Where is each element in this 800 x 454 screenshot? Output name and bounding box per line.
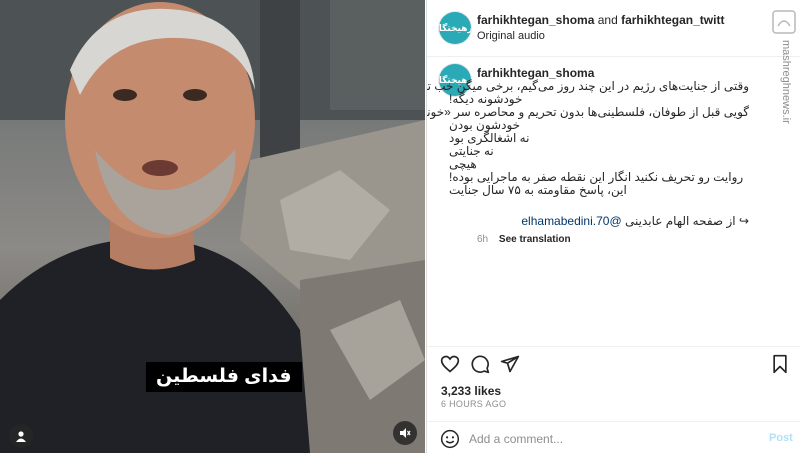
user-tag-icon: [16, 431, 26, 442]
caption-line: نه اشغالگری بود: [449, 131, 530, 145]
account-link-a[interactable]: farhikhtegan_shoma: [477, 13, 594, 27]
caption-credit: ↪ از صفحه الهام عابدینی @elhamabedini.70: [521, 214, 749, 228]
caption: فرهیختگان farhikhtegan_shoma وقتی از جنا…: [427, 56, 800, 346]
like-count[interactable]: 3,233 likes: [441, 384, 501, 398]
post-timestamp: 6 HOURS AGO: [441, 399, 507, 409]
post-age: 6h: [477, 234, 489, 245]
see-translation-link[interactable]: See translation: [499, 234, 571, 245]
action-bar: [427, 346, 800, 377]
caption-line: این، پاسخ مقاومته به ۷۵ سال جنایت: [449, 183, 627, 197]
caption-username[interactable]: farhikhtegan_shoma: [477, 66, 594, 80]
post-media[interactable]: فدای فلسطین: [0, 0, 425, 453]
share-icon: [500, 355, 520, 373]
and-text: and: [597, 13, 618, 27]
heart-icon: [440, 355, 460, 373]
video-subtitle: فدای فلسطین: [146, 362, 302, 392]
comment-icon: [471, 355, 490, 374]
watermark-logo-icon: [772, 10, 796, 34]
header-accounts: farhikhtegan_shoma and farhikhtegan_twit…: [477, 13, 724, 27]
emoji-icon: [440, 429, 460, 449]
audio-link[interactable]: Original audio: [477, 30, 545, 42]
credit-text: از صفحه الهام عابدینی: [624, 214, 736, 228]
post-side-panel: فرهیختگان farhikhtegan_shoma and farhikh…: [426, 0, 800, 453]
caption-meta: 6h See translation: [477, 234, 571, 245]
share-button[interactable]: [499, 353, 521, 375]
caption-line: نه جنایتی: [449, 144, 494, 158]
avatar[interactable]: فرهیختگان: [439, 12, 471, 44]
save-button[interactable]: [769, 353, 791, 375]
credit-arrow: ↪: [738, 214, 749, 228]
like-button[interactable]: [439, 353, 461, 375]
speaker-muted-icon: [400, 428, 411, 438]
account-link-b[interactable]: farhikhtegan_twitt: [621, 13, 724, 27]
comment-bar: Post: [427, 421, 800, 454]
comment-input[interactable]: [469, 428, 759, 450]
comment-button[interactable]: [469, 353, 491, 375]
post-button[interactable]: Post: [769, 432, 793, 444]
emoji-button[interactable]: [439, 428, 461, 450]
post-header: فرهیختگان farhikhtegan_shoma and farhikh…: [427, 0, 800, 57]
bookmark-icon: [773, 354, 787, 374]
mention-link[interactable]: @elhamabedini.70: [521, 214, 621, 228]
watermark-text: mashreghnews.ir: [780, 40, 792, 124]
mute-button[interactable]: [393, 421, 417, 445]
caption-text: وقتی از جنایت‌های رژیم در این چند روز می…: [427, 80, 749, 197]
tag-button[interactable]: [9, 424, 33, 448]
watermark: mashreghnews.ir: [778, 40, 798, 340]
